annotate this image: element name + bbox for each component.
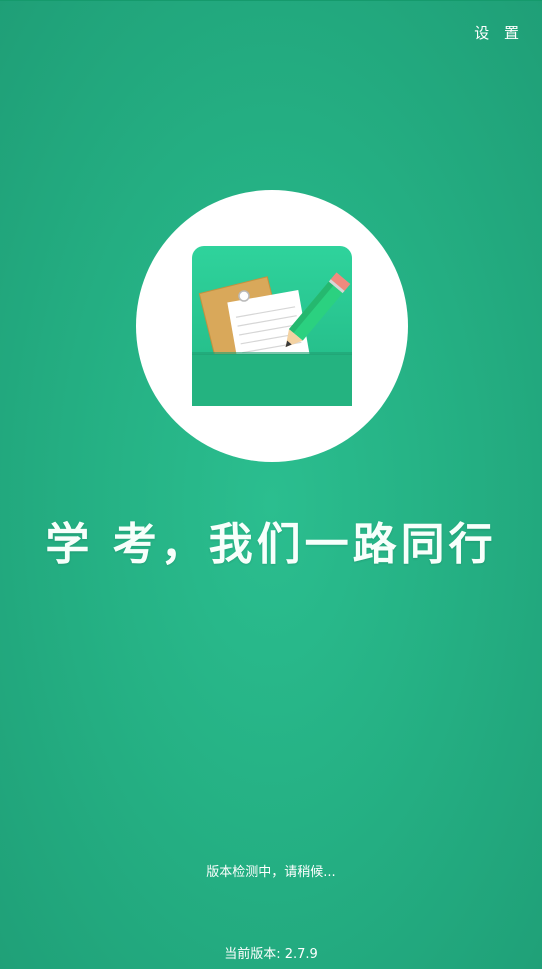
app-logo-circle	[136, 190, 408, 462]
current-version: 当前版本: 2.7.9	[0, 943, 542, 962]
app-slogan: 学 考，我们一路同行	[45, 519, 497, 570]
notebook-pencil-icon	[192, 246, 352, 406]
version-check-status: 版本检测中，请稍候...	[206, 865, 336, 880]
top-divider	[0, 0, 542, 1]
version-number: 2.7.9	[284, 947, 318, 962]
settings-button[interactable]: 设 置	[474, 22, 524, 43]
version-label: 当前版本:	[224, 947, 285, 962]
